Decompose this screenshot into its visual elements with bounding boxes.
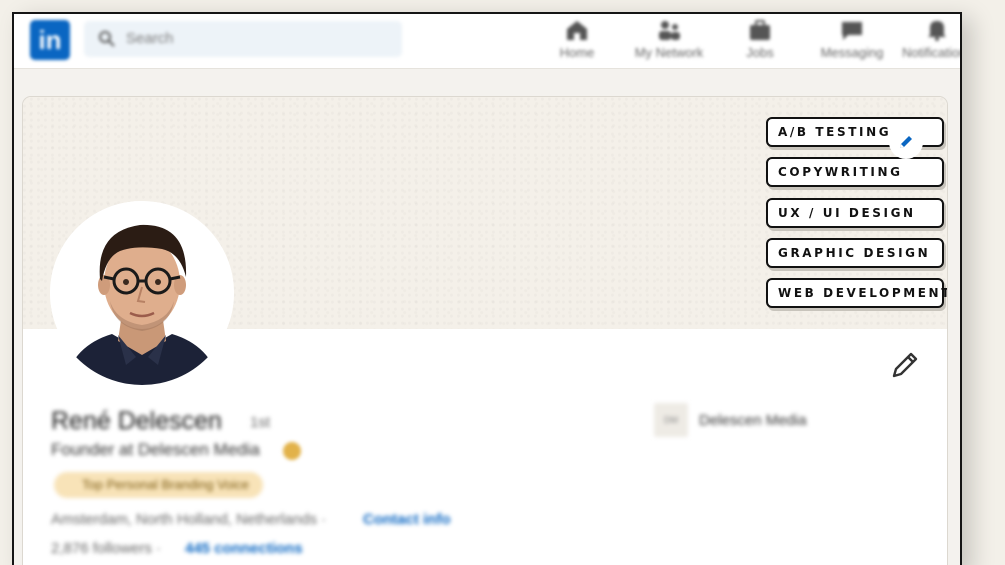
profile-location: Amsterdam, North Holland, Netherlands · <box>51 511 327 528</box>
followers-count: 2,876 followers · <box>51 540 162 557</box>
pencil-icon <box>900 136 912 148</box>
nav-my-network[interactable]: My Network <box>624 18 714 66</box>
jobs-icon <box>750 20 770 40</box>
home-icon <box>567 21 587 40</box>
profile-name: René Delescen <box>51 407 222 435</box>
browser-frame: in Search Home My Network Jobs Messaging… <box>12 12 962 565</box>
banner-tag: COPYWRITING <box>766 157 944 187</box>
search-placeholder: Search <box>126 30 174 47</box>
search-icon <box>99 31 115 47</box>
banner-tag: UX / UI DESIGN <box>766 198 944 228</box>
nav-home-label: Home <box>559 45 595 60</box>
network-icon <box>659 21 680 40</box>
emoji-icon <box>283 442 301 460</box>
connections-link[interactable]: 445 connections <box>185 540 303 557</box>
messaging-icon <box>842 22 862 40</box>
nav-notifications[interactable]: Notifications <box>902 18 960 66</box>
top-voice-badge[interactable]: Top Personal Branding Voice <box>54 472 263 498</box>
edit-banner-button[interactable] <box>889 125 923 159</box>
profile-photo-image <box>50 201 234 385</box>
top-navigation-bar: in Search Home My Network Jobs Messaging… <box>14 14 960 69</box>
nav-my-network-label: My Network <box>634 45 704 60</box>
company-logo[interactable]: DM <box>654 403 688 437</box>
bell-icon <box>928 21 946 41</box>
nav-messaging-label: Messaging <box>820 45 884 60</box>
nav-jobs[interactable]: Jobs <box>740 18 780 66</box>
nav-notifications-label: Notifications <box>902 45 960 60</box>
banner-tag: WEB DEVELOPMENT <box>766 278 947 308</box>
nav-messaging[interactable]: Messaging <box>814 18 890 66</box>
nav-jobs-label: Jobs <box>746 45 774 60</box>
banner-tag: GRAPHIC DESIGN <box>766 238 944 268</box>
profile-photo[interactable] <box>50 201 234 385</box>
profile-headline: Founder at Delescen Media <box>51 440 260 459</box>
search-input[interactable]: Search <box>84 21 402 57</box>
edit-profile-button[interactable] <box>889 349 921 381</box>
linkedin-logo[interactable]: in <box>30 20 70 60</box>
profile-card: A/B TESTING COPYWRITING UX / UI DESIGN G… <box>22 96 948 565</box>
nav-home[interactable]: Home <box>557 18 597 66</box>
current-company[interactable]: Delescen Media <box>699 412 807 429</box>
connection-degree: 1st <box>250 414 271 431</box>
contact-info-link[interactable]: Contact info <box>363 511 451 528</box>
